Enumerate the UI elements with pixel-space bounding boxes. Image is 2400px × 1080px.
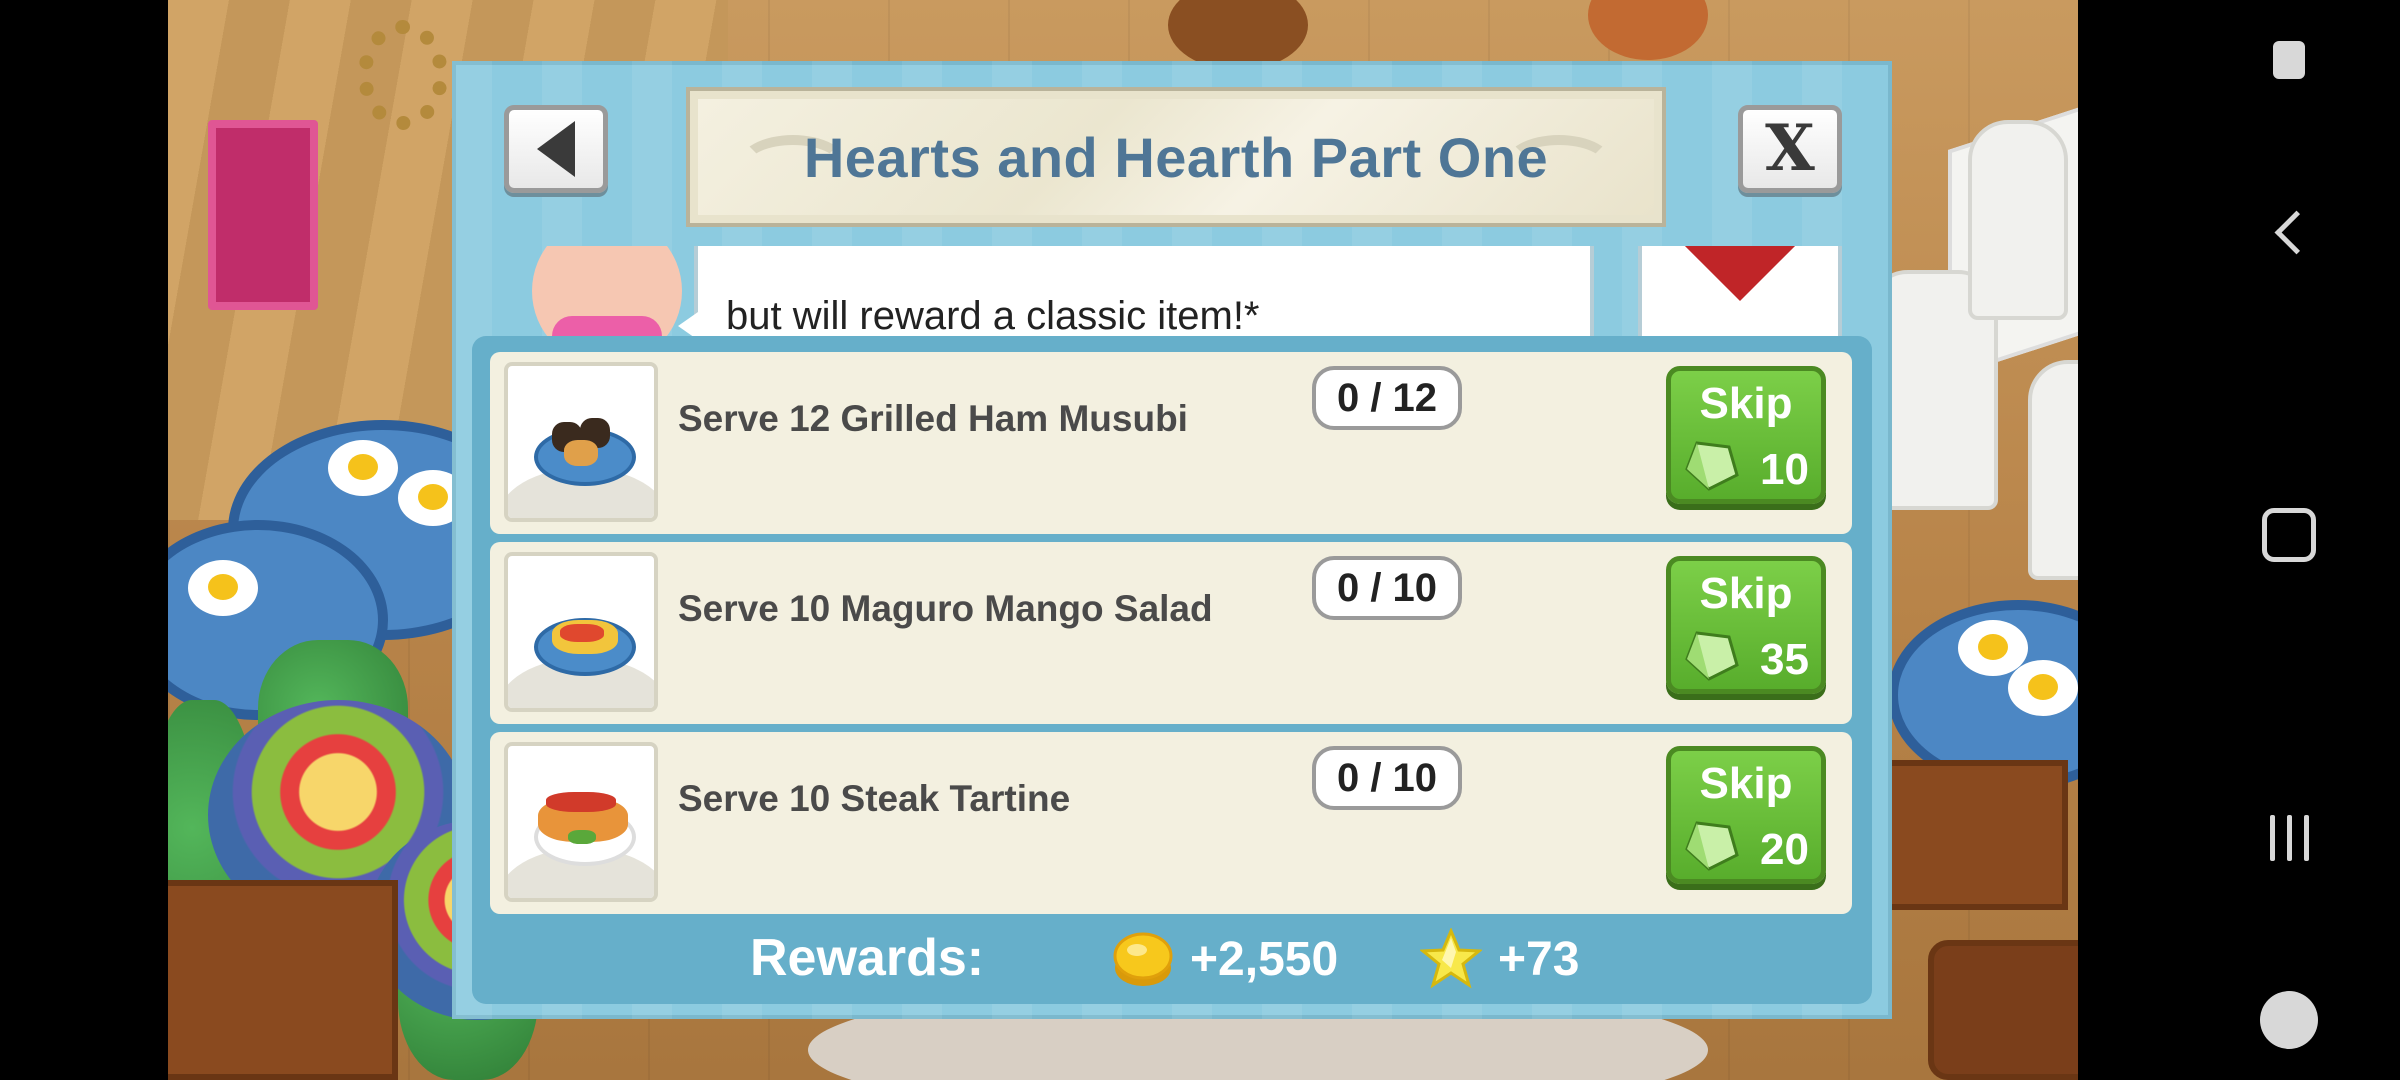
coin-icon (1113, 932, 1173, 986)
task-label: Serve 12 Grilled Ham Musubi (678, 398, 1188, 439)
fried-egg (188, 560, 258, 616)
title-banner: Hearts and Hearth Part One (686, 87, 1666, 227)
close-button[interactable]: X (1738, 105, 1842, 193)
skip-cost: 10 (1760, 445, 1809, 494)
rewards-bar: Rewards: +2,550 +73 (472, 916, 1872, 1004)
back-button[interactable] (504, 105, 608, 193)
skip-cost: 35 (1760, 635, 1809, 684)
maguro-mango-salad-icon (504, 552, 658, 712)
task-row: Serve 10 Maguro Mango Salad 0 / 10 Skip … (490, 542, 1852, 724)
recent-apps-icon[interactable] (2178, 778, 2400, 898)
screen-lock-icon[interactable] (2178, 0, 2400, 120)
white-chair (2028, 360, 2078, 580)
back-nav-icon[interactable] (2178, 172, 2400, 292)
skip-button[interactable]: Skip 20 (1666, 746, 1826, 884)
android-nav-bar (2178, 0, 2400, 1080)
game-tools-icon[interactable] (2178, 960, 2400, 1080)
fried-egg (2008, 660, 2078, 716)
gem-icon (1685, 631, 1739, 681)
coin-reward: +2,550 (1190, 933, 1339, 986)
rewards-label: Rewards: (750, 929, 985, 987)
customer (1168, 0, 1308, 70)
white-chair (1968, 120, 2068, 320)
task-row: Serve 10 Steak Tartine 0 / 10 Skip 20 (490, 732, 1852, 914)
star-icon (1420, 928, 1482, 989)
home-nav-icon[interactable] (2178, 475, 2400, 595)
quest-title: Hearts and Hearth Part One (803, 125, 1549, 189)
steak-tartine-icon (504, 742, 658, 902)
wooden-counter (1868, 760, 2068, 910)
grilled-ham-musubi-icon (504, 362, 658, 522)
gem-icon (1685, 821, 1739, 871)
wooden-counter (168, 880, 398, 1080)
fried-egg (328, 440, 398, 496)
task-progress: 0 / 12 (1312, 366, 1462, 430)
customer (1588, 0, 1708, 60)
gem-icon (1685, 441, 1739, 491)
close-x-icon: X (1765, 111, 1815, 186)
wall-picture-frame (208, 120, 318, 310)
skip-cost: 20 (1760, 825, 1809, 874)
task-label: Serve 10 Maguro Mango Salad (678, 588, 1213, 629)
skip-label: Skip (1699, 759, 1793, 808)
skip-button[interactable]: Skip 10 (1666, 366, 1826, 504)
skip-label: Skip (1699, 379, 1793, 428)
task-progress: 0 / 10 (1312, 746, 1462, 810)
task-progress: 0 / 10 (1312, 556, 1462, 620)
task-list: Serve 12 Grilled Ham Musubi 0 / 12 Skip … (472, 336, 1872, 1004)
quest-dialog: Hearts and Hearth Part One X but will re… (452, 61, 1892, 1019)
task-label: Serve 10 Steak Tartine (678, 778, 1071, 819)
wall-wreath (358, 20, 448, 130)
skip-label: Skip (1699, 569, 1793, 618)
task-row: Serve 12 Grilled Ham Musubi 0 / 12 Skip … (490, 352, 1852, 534)
skip-button[interactable]: Skip 35 (1666, 556, 1826, 694)
star-reward: +73 (1498, 933, 1580, 986)
speech-text: but will reward a classic item!* (726, 294, 1260, 338)
brown-chair (1928, 940, 2078, 1080)
triangle-left-icon (537, 121, 575, 177)
